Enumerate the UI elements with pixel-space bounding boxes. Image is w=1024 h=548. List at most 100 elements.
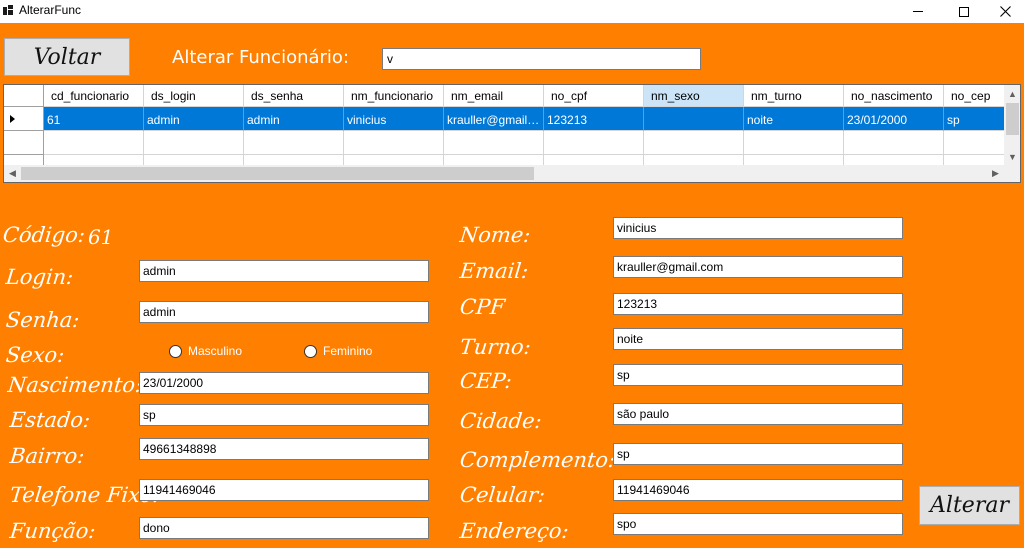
title-bar: AlterarFunc: [0, 0, 1024, 23]
voltar-button[interactable]: Voltar: [4, 38, 130, 76]
alterar-funcionario-label: Alterar Funcionário:: [172, 47, 350, 68]
grid-cell[interactable]: [644, 131, 744, 155]
cidade-label: Cidade:: [458, 409, 543, 433]
cidade-field[interactable]: são paulo: [613, 403, 903, 425]
grid-viewport: cd_funcionario ds_login ds_senha nm_func…: [4, 85, 1004, 165]
grid-cell[interactable]: [444, 131, 544, 155]
grid-cell[interactable]: [644, 107, 744, 131]
cep-field[interactable]: sp: [613, 364, 903, 386]
column-header[interactable]: nm_funcionario: [344, 85, 444, 107]
horizontal-scroll-thumb[interactable]: [21, 167, 534, 180]
senha-field[interactable]: admin: [139, 301, 429, 323]
grid-cell[interactable]: [44, 155, 144, 165]
cpf-label: CPF: [458, 295, 507, 319]
grid-cell[interactable]: [44, 131, 144, 155]
bairro-label: Bairro:: [8, 444, 86, 468]
scroll-right-icon[interactable]: ▶: [987, 165, 1004, 182]
grid-cell[interactable]: [544, 131, 644, 155]
column-header[interactable]: ds_senha: [244, 85, 344, 107]
grid-cell[interactable]: [944, 131, 1004, 155]
nome-field[interactable]: vinicius: [613, 217, 903, 239]
feminino-label: Feminino: [323, 344, 373, 358]
table-row-new[interactable]: [44, 131, 1004, 155]
grid-cell[interactable]: 61: [44, 107, 144, 131]
column-header[interactable]: no_cpf: [544, 85, 644, 107]
complemento-field[interactable]: sp: [613, 443, 903, 465]
scroll-left-icon[interactable]: ◀: [4, 165, 21, 182]
funcionarios-grid[interactable]: cd_funcionario ds_login ds_senha nm_func…: [3, 84, 1021, 183]
senha-label: Senha:: [4, 308, 81, 332]
radio-circle-icon: [169, 344, 182, 358]
column-header-selected[interactable]: nm_sexo: [644, 85, 744, 107]
grid-cell[interactable]: [544, 155, 644, 165]
form-body: Voltar Alterar Funcionário: v cd_funcion…: [0, 23, 1024, 548]
grid-cell[interactable]: [344, 155, 444, 165]
grid-cell[interactable]: [744, 155, 844, 165]
endereco-field[interactable]: spo: [613, 513, 903, 535]
login-field[interactable]: admin: [139, 260, 429, 282]
bairro-field[interactable]: 49661348898: [139, 438, 429, 460]
celular-field[interactable]: 11941469046: [613, 479, 903, 501]
grid-cell[interactable]: sp: [944, 107, 1004, 131]
email-field[interactable]: krauller@gmail.com: [613, 256, 903, 278]
grid-corner-header[interactable]: [4, 85, 44, 107]
column-header[interactable]: ds_login: [144, 85, 244, 107]
grid-cell[interactable]: [744, 131, 844, 155]
grid-cell[interactable]: [144, 155, 244, 165]
cep-label: CEP:: [458, 369, 514, 393]
feminino-radio[interactable]: Feminino: [304, 344, 372, 358]
column-header[interactable]: nm_email: [444, 85, 544, 107]
minimize-button[interactable]: [895, 0, 941, 23]
grid-cell[interactable]: admin: [144, 107, 244, 131]
maximize-icon: [959, 6, 969, 17]
cpf-field[interactable]: 123213: [613, 293, 903, 315]
alterar-button[interactable]: Alterar: [919, 486, 1020, 525]
table-row[interactable]: 61 admin admin vinicius krauller@gmail..…: [44, 107, 1004, 131]
scrollbar-corner: [1004, 165, 1020, 182]
grid-cell[interactable]: noite: [744, 107, 844, 131]
grid-cell[interactable]: [144, 131, 244, 155]
grid-cell[interactable]: [344, 131, 444, 155]
grid-cell[interactable]: [244, 155, 344, 165]
grid-cell[interactable]: [644, 155, 744, 165]
maximize-button[interactable]: [941, 0, 987, 23]
nascimento-field[interactable]: 23/01/2000: [139, 372, 429, 394]
grid-cell[interactable]: 23/01/2000: [844, 107, 944, 131]
grid-cell[interactable]: [844, 131, 944, 155]
close-button[interactable]: [987, 0, 1024, 23]
vertical-scrollbar[interactable]: ▲ ▼: [1004, 85, 1020, 165]
current-row-arrow-icon: [10, 115, 15, 123]
table-row-partial[interactable]: [44, 155, 1004, 165]
estado-field[interactable]: sp: [139, 404, 429, 426]
turno-field[interactable]: noite: [613, 328, 903, 350]
grid-cell[interactable]: [944, 155, 1004, 165]
row-header-new[interactable]: [4, 131, 44, 155]
horizontal-scrollbar[interactable]: ◀ ▶: [4, 165, 1004, 182]
column-header[interactable]: cd_funcionario: [44, 85, 144, 107]
masculino-radio[interactable]: Masculino: [169, 344, 242, 358]
grid-cell[interactable]: 123213: [544, 107, 644, 131]
row-header-selected[interactable]: [4, 107, 44, 131]
funcao-field[interactable]: dono: [139, 517, 429, 539]
column-header[interactable]: no_nascimento: [844, 85, 944, 107]
sexo-label: Sexo:: [4, 343, 66, 367]
grid-cell[interactable]: [444, 155, 544, 165]
funcionario-search-input[interactable]: v: [382, 48, 701, 70]
grid-cell[interactable]: vinicius: [344, 107, 444, 131]
grid-cell[interactable]: krauller@gmail....: [444, 107, 544, 131]
complemento-label: Complemento:: [458, 448, 617, 472]
grid-cell[interactable]: [244, 131, 344, 155]
endereco-label: Endereço:: [458, 519, 570, 543]
codigo-value: 61: [88, 225, 114, 249]
telefone-fixo-field[interactable]: 11941469046: [139, 479, 429, 501]
celular-label: Celular:: [458, 483, 547, 507]
grid-cell[interactable]: admin: [244, 107, 344, 131]
vertical-scroll-thumb[interactable]: [1006, 103, 1019, 135]
column-header[interactable]: no_cep: [944, 85, 1004, 107]
grid-cell[interactable]: [844, 155, 944, 165]
column-header[interactable]: nm_turno: [744, 85, 844, 107]
row-header-empty[interactable]: [4, 155, 44, 165]
scroll-down-icon[interactable]: ▼: [1004, 148, 1020, 165]
scroll-up-icon[interactable]: ▲: [1004, 85, 1020, 102]
close-icon: [1000, 6, 1011, 17]
